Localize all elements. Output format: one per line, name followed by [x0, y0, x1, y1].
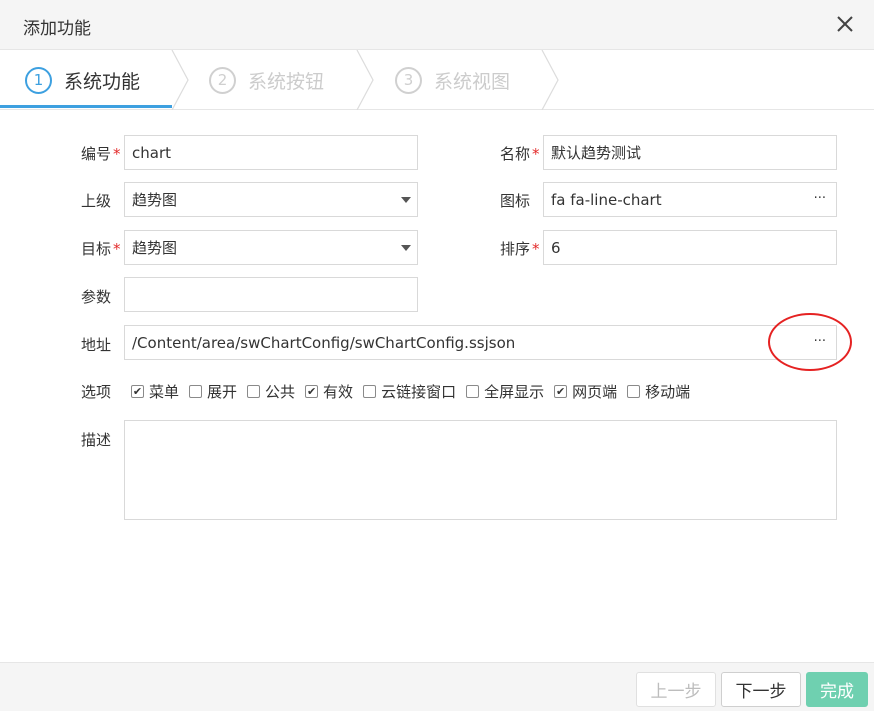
parent-label: 上级 [81, 192, 112, 210]
option-label: 云链接窗口 [381, 383, 457, 401]
checkbox-icon[interactable] [363, 385, 377, 398]
order-field[interactable]: 6 [543, 230, 837, 265]
description-label: 描述 [81, 431, 112, 449]
option-item[interactable]: ✔ 有效 [305, 381, 353, 402]
option-label: 展开 [207, 383, 238, 401]
checkbox-icon[interactable] [466, 385, 480, 398]
checkbox-icon[interactable] [247, 385, 261, 398]
checkbox-checked-icon[interactable]: ✔ [554, 385, 568, 398]
name-label: 名称 * [500, 145, 540, 163]
option-item[interactable]: 展开 [189, 381, 237, 402]
dialog-title: 添加功能 [23, 19, 91, 39]
dialog-footer: 上一步 下一步 完成 [0, 662, 874, 711]
icon-picker-button[interactable]: ··· [814, 191, 826, 206]
step-label: 系统按钮 [248, 70, 325, 93]
target-label: 目标 * [81, 240, 121, 258]
option-label: 网页端 [572, 383, 618, 401]
dialog-titlebar: 添加功能 [0, 0, 874, 50]
parent-select[interactable]: 趋势图 [124, 182, 418, 217]
finish-button[interactable]: 完成 [806, 672, 868, 707]
step-system-function[interactable]: 1 系统功能 [25, 50, 140, 110]
dropdown-caret-icon [401, 245, 411, 251]
next-step-button[interactable]: 下一步 [721, 672, 801, 707]
options-group: ✔ 菜单 展开 公共 ✔ 有效 云链接窗口 全屏显示 ✔ 网页端 移动端 [131, 381, 700, 402]
chevron-right-icon [171, 50, 189, 110]
chevron-right-icon [356, 50, 374, 110]
checkbox-checked-icon[interactable]: ✔ [305, 385, 319, 398]
params-field[interactable] [124, 277, 418, 312]
option-item[interactable]: 公共 [247, 381, 295, 402]
name-field[interactable]: 默认趋势测试 [543, 135, 837, 170]
required-mark: * [532, 240, 540, 258]
active-step-indicator [0, 105, 172, 108]
chevron-right-icon [541, 50, 559, 110]
step-system-views[interactable]: 3 系统视图 [395, 50, 510, 110]
step-label: 系统视图 [434, 70, 511, 93]
checkbox-icon[interactable] [189, 385, 203, 398]
code-field[interactable]: chart [124, 135, 418, 170]
option-label: 公共 [265, 383, 296, 401]
options-label: 选项 [81, 383, 112, 401]
option-label: 有效 [323, 383, 354, 401]
wizard-steps: 1 系统功能 2 系统按钮 3 系统视图 [0, 50, 874, 110]
order-label: 排序 * [500, 240, 540, 258]
option-item[interactable]: ✔ 网页端 [554, 381, 617, 402]
close-icon[interactable] [834, 13, 856, 35]
url-label: 地址 [81, 336, 112, 354]
required-mark: * [113, 240, 121, 258]
red-circle-annotation [768, 313, 852, 371]
option-item[interactable]: 云链接窗口 [363, 381, 456, 402]
step-number: 2 [209, 66, 236, 94]
checkbox-checked-icon[interactable]: ✔ [131, 385, 144, 398]
required-mark: * [113, 145, 121, 163]
step-number: 1 [25, 66, 52, 94]
code-label: 编号 * [81, 145, 121, 163]
option-label: 全屏显示 [484, 383, 545, 401]
option-item[interactable]: ✔ 菜单 [131, 381, 179, 402]
icon-label: 图标 [500, 192, 531, 210]
option-item[interactable]: 移动端 [627, 381, 690, 402]
description-textarea[interactable] [124, 420, 837, 520]
step-system-buttons[interactable]: 2 系统按钮 [209, 50, 324, 110]
target-select[interactable]: 趋势图 [124, 230, 418, 265]
checkbox-icon[interactable] [627, 385, 641, 398]
option-label: 移动端 [645, 383, 691, 401]
prev-step-button[interactable]: 上一步 [636, 672, 716, 707]
dropdown-caret-icon [401, 197, 411, 203]
step-number: 3 [395, 66, 422, 94]
required-mark: * [532, 145, 540, 163]
step-label: 系统功能 [64, 70, 141, 93]
icon-field[interactable]: fa fa-line-chart ··· [543, 182, 837, 217]
option-item[interactable]: 全屏显示 [466, 381, 544, 402]
option-label: 菜单 [149, 383, 180, 401]
params-label: 参数 [81, 288, 112, 306]
url-field[interactable]: /Content/area/swChartConfig/swChartConfi… [124, 325, 837, 360]
